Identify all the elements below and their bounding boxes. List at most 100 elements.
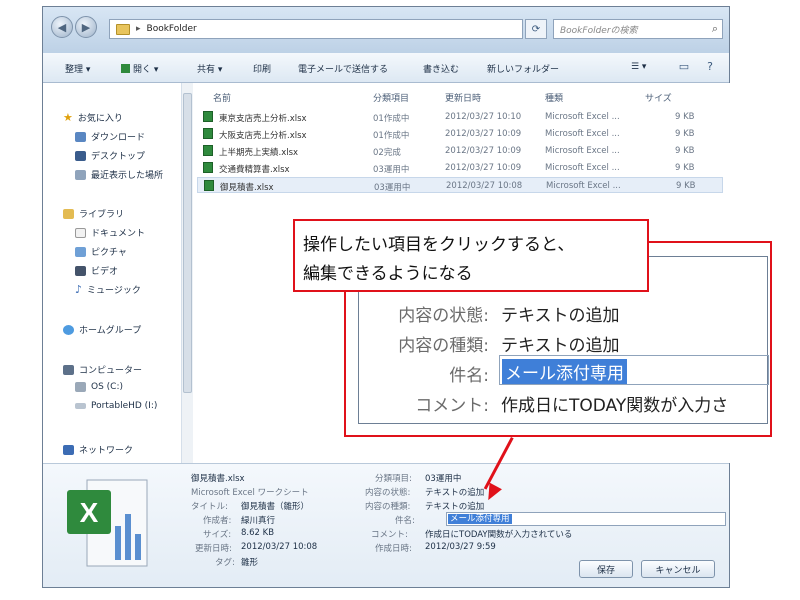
sidebar-item-label: ピクチャ [91, 248, 127, 258]
sidebar-computer[interactable]: コンピューター [63, 363, 142, 376]
details-modified-value: 2012/03/27 10:08 [241, 542, 318, 552]
details-label: 内容の状態: [365, 488, 411, 498]
details-filetype: Microsoft Excel ワークシート [191, 488, 309, 498]
library-icon [63, 208, 74, 219]
sidebar-homegroup-label: ホームグループ [79, 326, 142, 336]
file-size: 9 KB [676, 181, 696, 191]
sidebar-item-downloads[interactable]: ダウンロード [75, 130, 145, 143]
details-category-value[interactable]: 03運用中 [425, 472, 461, 484]
details-pane: X 御見積書.xlsx Microsoft Excel ワークシート タイトル:… [43, 463, 729, 587]
sidebar-item-os-drive[interactable]: OS (C:) [75, 382, 123, 392]
sidebar-homegroup[interactable]: ホームグループ [63, 323, 141, 336]
sidebar-item-label: OS (C:) [91, 382, 123, 392]
sidebar-item-documents[interactable]: ドキュメント [75, 226, 145, 239]
new-folder-button[interactable]: 新しいフォルダー [487, 62, 559, 75]
burn-button[interactable]: 書き込む [423, 62, 459, 75]
videos-icon [75, 265, 86, 276]
cancel-button[interactable]: キャンセル [641, 560, 715, 578]
file-type: Microsoft Excel ... [545, 146, 620, 156]
file-category: 01作成中 [373, 114, 410, 124]
details-tags-value[interactable]: 雛形 [241, 556, 258, 568]
file-name: 御見積書.xlsx [220, 183, 274, 193]
file-row[interactable]: 東京支店売上分析.xlsx 01作成中 2012/03/27 10:10 Mic… [197, 109, 723, 125]
refresh-button[interactable]: ⟳ [525, 19, 547, 39]
file-row[interactable]: 上半期売上実績.xlsx 02完成 2012/03/27 10:09 Micro… [197, 143, 723, 159]
preview-pane-icon[interactable]: ▭ [675, 60, 693, 76]
open-button[interactable]: 開く ▾ [121, 62, 158, 75]
sidebar-computer-label: コンピューター [79, 366, 143, 376]
sidebar-item-recent[interactable]: 最近表示した場所 [75, 168, 163, 181]
file-row[interactable]: 交通費精算書.xlsx 03運用中 2012/03/27 10:09 Micro… [197, 160, 723, 176]
sidebar-favorites[interactable]: ★ お気に入り [63, 111, 123, 124]
file-type: Microsoft Excel ... [545, 163, 620, 173]
column-header-type[interactable]: 種類 [545, 91, 563, 104]
details-author-value[interactable]: 緑川真行 [241, 514, 275, 526]
details-label: タグ: [215, 558, 235, 568]
view-button[interactable]: ☰ ▾ [631, 62, 646, 72]
file-size: 9 KB [675, 112, 695, 122]
forward-button[interactable]: ▶ [75, 16, 97, 38]
search-placeholder: BookFolderの検索 [560, 25, 638, 36]
sidebar-network[interactable]: ネットワーク [63, 443, 133, 456]
excel-file-icon [203, 128, 213, 139]
excel-small-icon [121, 64, 130, 73]
sidebar-libraries[interactable]: ライブラリ [63, 207, 124, 220]
column-header-size[interactable]: サイズ [645, 91, 672, 104]
file-row-selected[interactable]: 御見積書.xlsx 03運用中 2012/03/27 10:08 Microso… [197, 177, 723, 193]
column-header-name[interactable]: 名前 [213, 91, 231, 104]
details-label: コメント: [371, 530, 408, 540]
details-label: タイトル: [191, 502, 228, 512]
details-label: 作成者: [203, 516, 232, 526]
search-input[interactable]: BookFolderの検索 ⌕ [553, 19, 723, 39]
file-row[interactable]: 大阪支店売上分析.xlsx 01作成中 2012/03/27 10:09 Mic… [197, 126, 723, 142]
details-comment-value[interactable]: 作成日にTODAY関数が入力されている [425, 528, 572, 540]
sidebar-favorites-label: お気に入り [77, 114, 123, 124]
file-date: 2012/03/27 10:09 [445, 146, 522, 156]
pictures-icon [75, 246, 86, 257]
sidebar-item-label: ミュージック [87, 286, 141, 296]
details-title-value[interactable]: 御見積書（雛形） [241, 500, 309, 512]
scrollbar-thumb[interactable] [183, 93, 192, 393]
subject-field[interactable]: メール添付専用 [446, 512, 726, 526]
download-icon [75, 131, 86, 142]
sidebar-item-desktop[interactable]: デスクトップ [75, 149, 145, 162]
file-type: Microsoft Excel ... [545, 112, 620, 122]
column-header-category[interactable]: 分類項目 [373, 91, 409, 104]
file-date: 2012/03/27 10:09 [445, 129, 522, 139]
details-content-status-value[interactable]: テキストの追加 [425, 486, 484, 498]
help-icon[interactable]: ? [701, 60, 719, 76]
file-date: 2012/03/27 10:10 [445, 112, 522, 122]
sidebar-item-label: ビデオ [91, 267, 119, 277]
file-category: 02完成 [373, 148, 401, 158]
excel-file-icon [204, 180, 214, 191]
print-button[interactable]: 印刷 [253, 62, 271, 75]
sidebar-libraries-label: ライブラリ [79, 210, 125, 220]
address-bar[interactable]: ▸ BookFolder [109, 19, 523, 39]
file-date: 2012/03/27 10:09 [445, 163, 522, 173]
star-icon: ★ [63, 111, 73, 124]
svg-text:X: X [80, 497, 99, 528]
details-label: 件名: [395, 516, 415, 526]
share-button[interactable]: 共有 ▾ [197, 62, 222, 75]
save-button[interactable]: 保存 [579, 560, 633, 578]
details-label: サイズ: [203, 530, 232, 540]
organize-button[interactable]: 整理 ▾ [65, 62, 90, 75]
file-type: Microsoft Excel ... [545, 129, 620, 139]
sidebar-item-label: ドキュメント [91, 229, 146, 239]
sidebar-item-pictures[interactable]: ピクチャ [75, 245, 127, 258]
sidebar-item-videos[interactable]: ビデオ [75, 264, 118, 277]
title-bar: ◀ ▶ ▸ BookFolder ⟳ BookFolderの検索 ⌕ [43, 7, 729, 53]
details-content-type-value[interactable]: テキストの追加 [425, 500, 484, 512]
file-name: 交通費精算書.xlsx [219, 165, 290, 175]
back-button[interactable]: ◀ [51, 16, 73, 38]
column-header-modified[interactable]: 更新日時 [445, 91, 481, 104]
sidebar-scrollbar[interactable] [181, 83, 193, 463]
callout-box: 操作したい項目をクリックすると、 編集できるようになる [293, 219, 649, 292]
file-category: 01作成中 [373, 131, 410, 141]
back-arrow-icon: ◀ [57, 20, 67, 34]
callout-line-1: 操作したい項目をクリックすると、 [303, 235, 575, 255]
excel-large-icon: X [67, 479, 148, 567]
sidebar-item-music[interactable]: ♪ ミュージック [75, 283, 141, 296]
email-button[interactable]: 電子メールで送信する [298, 62, 388, 75]
sidebar-item-portable-drive[interactable]: PortableHD (I:) [75, 401, 157, 411]
